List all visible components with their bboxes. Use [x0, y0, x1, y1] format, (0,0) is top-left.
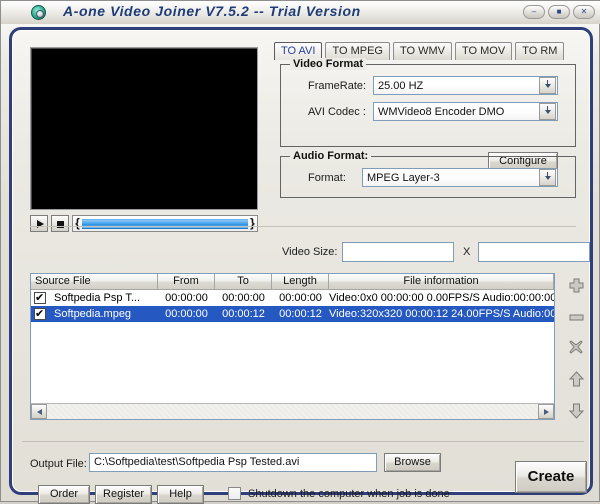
- chevron-down-icon[interactable]: [539, 77, 556, 94]
- chevron-down-icon[interactable]: [539, 169, 556, 186]
- tab-to-wmv[interactable]: TO WMV: [392, 42, 452, 60]
- close-icon: ✕: [580, 7, 588, 16]
- shutdown-label: Shutdown the computer when job is done: [248, 488, 450, 500]
- tab-to-mov[interactable]: TO MOV: [455, 42, 513, 60]
- browse-button[interactable]: Browse: [384, 453, 441, 472]
- order-button[interactable]: Order: [38, 485, 90, 504]
- avi-codec-value: WMVideo8 Encoder DMO: [378, 105, 505, 118]
- window-controls: – ■ ✕: [523, 5, 595, 19]
- table-row[interactable]: Softpedia.mpeg 00:00:00 00:00:12 00:00:1…: [31, 306, 554, 322]
- create-button[interactable]: Create: [515, 461, 587, 493]
- player-controls: { }: [30, 215, 258, 232]
- cell-from: 00:00:00: [165, 308, 208, 320]
- output-file-label: Output File:: [30, 458, 87, 470]
- avi-codec-select[interactable]: WMVideo8 Encoder DMO: [373, 102, 558, 121]
- cell-file-information: Video:320x320 00:00:12 24.00FPS/S Audio:…: [329, 308, 554, 320]
- chevron-down-icon[interactable]: [539, 103, 556, 120]
- play-button[interactable]: [30, 215, 48, 232]
- audio-format-legend: Audio Format:: [290, 150, 372, 162]
- column-header-from[interactable]: From: [158, 274, 215, 290]
- avi-codec-label: AVI Codec :: [308, 106, 366, 118]
- column-header-to[interactable]: To: [215, 274, 272, 290]
- cell-source-file: Softpedia.mpeg: [31, 308, 158, 320]
- cell-length: 00:00:12: [279, 308, 322, 320]
- audio-format-value: MPEG Layer-3: [367, 171, 440, 184]
- stop-button[interactable]: [51, 215, 69, 232]
- maximize-icon: ■: [556, 7, 562, 16]
- move-up-icon[interactable]: [568, 371, 585, 388]
- source-file-name: Softpedia Psp T...: [54, 292, 141, 304]
- close-button[interactable]: ✕: [573, 5, 595, 19]
- horizontal-scrollbar[interactable]: [31, 403, 554, 419]
- cell-length: 00:00:00: [279, 292, 322, 304]
- audio-format-label: Format:: [308, 172, 346, 184]
- cell-file-information: Video:0x0 00:00:00 0.00FPS/S Audio:00:00…: [329, 292, 554, 304]
- column-header-length[interactable]: Length: [272, 274, 329, 290]
- audio-format-select[interactable]: MPEG Layer-3: [362, 168, 558, 187]
- move-down-icon[interactable]: [568, 402, 585, 419]
- scroll-right-icon[interactable]: [538, 404, 554, 419]
- output-file-input[interactable]: C:\Softpedia\test\Softpedia Psp Tested.a…: [89, 453, 377, 472]
- video-format-legend: Video Format: [290, 58, 367, 70]
- clear-icon[interactable]: [568, 340, 585, 357]
- main-frame: { } TO AVI TO MPEG TO WMV TO MOV TO RM V…: [9, 27, 593, 504]
- source-file-name: Softpedia.mpeg: [54, 308, 132, 320]
- video-preview[interactable]: [30, 47, 258, 210]
- table-header: Source File From To Length File informat…: [31, 274, 554, 290]
- cell-to: 00:00:12: [222, 308, 265, 320]
- scroll-left-icon[interactable]: [31, 404, 47, 419]
- shutdown-checkbox[interactable]: [228, 487, 241, 500]
- app-window: A-one Video Joiner V7.5.2 -- Trial Versi…: [0, 0, 600, 504]
- cell-to: 00:00:00: [222, 292, 265, 304]
- section-divider: [30, 226, 576, 227]
- column-header-source-file[interactable]: Source File: [31, 274, 158, 290]
- scrollbar-trough[interactable]: [47, 404, 538, 419]
- tab-to-rm[interactable]: TO RM: [515, 42, 565, 60]
- framerate-label: FrameRate:: [308, 80, 367, 92]
- video-size-separator: X: [463, 246, 471, 258]
- window-title: A-one Video Joiner V7.5.2 -- Trial Versi…: [63, 3, 361, 19]
- trim-range-slider[interactable]: { }: [72, 215, 258, 232]
- title-bar: A-one Video Joiner V7.5.2 -- Trial Versi…: [1, 1, 600, 24]
- list-toolbar: [563, 278, 589, 419]
- framerate-select[interactable]: 25.00 HZ: [373, 76, 558, 95]
- slider-start-handle[interactable]: {: [73, 216, 82, 231]
- maximize-button[interactable]: ■: [548, 5, 570, 19]
- help-button[interactable]: Help: [157, 485, 204, 504]
- video-size-label: Video Size:: [282, 246, 338, 258]
- framerate-value: 25.00 HZ: [378, 79, 424, 92]
- slider-track: [82, 219, 248, 229]
- footer-divider: [22, 441, 584, 442]
- slider-end-handle[interactable]: }: [248, 216, 257, 231]
- row-checkbox[interactable]: [34, 308, 46, 320]
- register-button[interactable]: Register: [95, 485, 152, 504]
- video-width-input[interactable]: [342, 242, 454, 262]
- video-height-input[interactable]: [478, 242, 590, 262]
- table-row[interactable]: Softpedia Psp T... 00:00:00 00:00:00 00:…: [31, 290, 554, 306]
- plus-icon[interactable]: [568, 278, 585, 295]
- column-header-file-information[interactable]: File information: [329, 274, 554, 290]
- cell-source-file: Softpedia Psp T...: [31, 292, 158, 304]
- row-checkbox[interactable]: [34, 292, 46, 304]
- file-list-table[interactable]: Source File From To Length File informat…: [30, 273, 555, 420]
- minus-icon[interactable]: [568, 309, 585, 326]
- disc-icon: [31, 5, 46, 20]
- cell-from: 00:00:00: [165, 292, 208, 304]
- minimize-button[interactable]: –: [523, 5, 545, 19]
- minimize-icon: –: [531, 7, 537, 16]
